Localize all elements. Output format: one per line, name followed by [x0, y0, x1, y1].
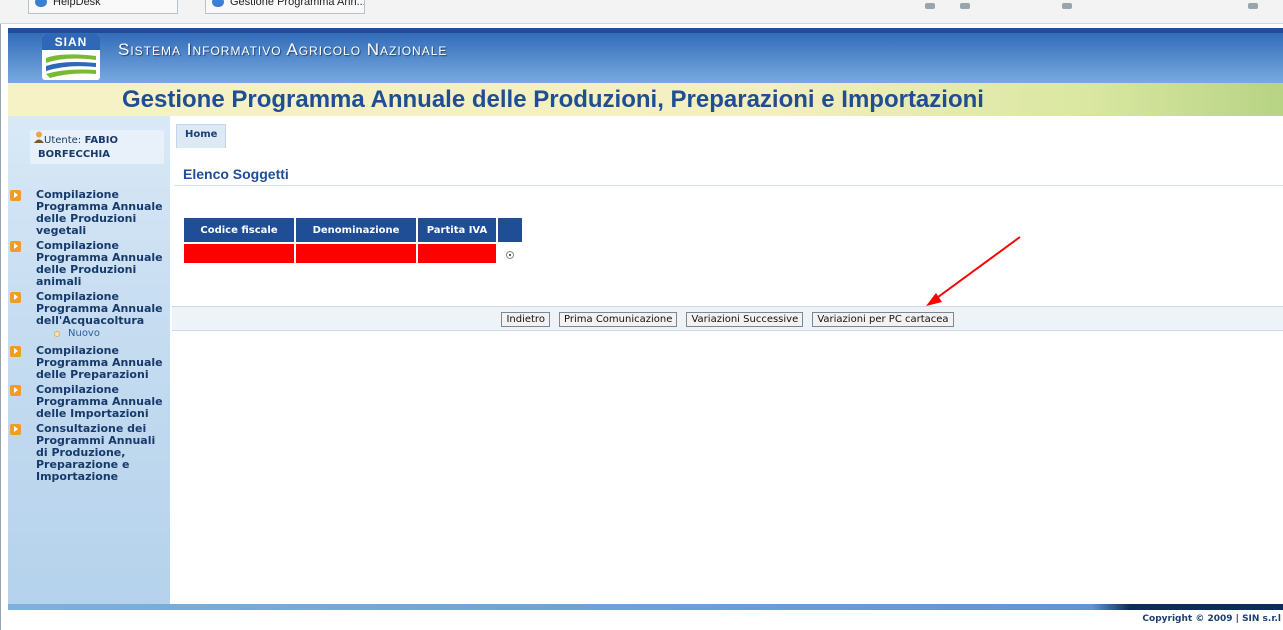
variazioni-pc-cartacea-button[interactable]: Variazioni per PC cartacea: [812, 312, 954, 327]
column-header-partita-iva: Partita IVA: [418, 218, 496, 242]
page-title: Elenco Soggetti: [183, 166, 289, 182]
breadcrumb-home[interactable]: Home: [176, 124, 227, 148]
menu-item-label: Compilazione Programma Annuale dell'Acqu…: [36, 290, 163, 327]
user-label: Utente:: [44, 135, 82, 146]
menu-item-label: Compilazione Programma Annuale delle Pro…: [36, 188, 163, 237]
sian-logo[interactable]: SIAN: [42, 34, 100, 80]
menu-item-consultazione[interactable]: Consultazione dei Programmi Annuali di P…: [8, 423, 170, 483]
menu-item-label: Compilazione Programma Annuale delle Imp…: [36, 383, 163, 420]
bullet-icon: [54, 331, 60, 337]
header-band: [8, 28, 1283, 33]
column-header-select: [498, 218, 522, 242]
menu-item-label: Compilazione Programma Annuale delle Pro…: [36, 239, 163, 288]
arrow-right-icon: [10, 292, 21, 303]
user-info: Utente: FABIO BORFECCHIA: [30, 130, 164, 164]
browser-toolbar-icon[interactable]: [1248, 3, 1258, 9]
prima-comunicazione-button[interactable]: Prima Comunicazione: [559, 312, 678, 327]
logo-text: SIAN: [42, 34, 100, 50]
arrow-right-icon: [10, 385, 21, 396]
cell-codice-fiscale-redacted: [184, 244, 294, 263]
window-edge: [0, 24, 1, 630]
column-header-codice-fiscale: Codice fiscale: [184, 218, 294, 242]
submenu-label: Nuovo: [68, 328, 100, 339]
browser-tab-strip: HelpDesk Gestione Programma Ann...: [0, 0, 1283, 24]
browser-tab-gestione[interactable]: Gestione Programma Ann...: [205, 0, 365, 14]
site-header: SIAN Sistema Informativo Agricolo Nazion…: [8, 28, 1283, 116]
table-header-row: Codice fiscale Denominazione Partita IVA: [184, 218, 522, 242]
main-content: Home Elenco Soggetti Codice fiscale Deno…: [170, 116, 1283, 604]
action-button-bar: Indietro Prima Comunicazione Variazioni …: [172, 306, 1283, 331]
arrow-right-icon: [10, 346, 21, 357]
browser-toolbar-icon[interactable]: [1062, 3, 1072, 9]
menu-item-label: Compilazione Programma Annuale delle Pre…: [36, 344, 163, 381]
arrow-right-icon: [10, 424, 21, 435]
copyright-text: Copyright © 2009 | SIN s.r.l: [1142, 614, 1281, 624]
sidebar-menu: Compilazione Programma Annuale delle Pro…: [8, 189, 170, 486]
variazioni-successive-button[interactable]: Variazioni Successive: [686, 312, 804, 327]
cell-select: [498, 244, 522, 263]
logo-fields-icon: [46, 54, 96, 78]
browser-toolbar-icon[interactable]: [925, 3, 935, 9]
column-header-denominazione: Denominazione: [296, 218, 416, 242]
indietro-button[interactable]: Indietro: [501, 312, 550, 327]
browser-tab-helpdesk[interactable]: HelpDesk: [28, 0, 178, 14]
app-title: Gestione Programma Annuale delle Produzi…: [122, 86, 984, 113]
user-name-last: BORFECCHIA: [38, 149, 110, 160]
browser-tab-label: HelpDesk: [53, 0, 101, 8]
menu-item-produzioni-vegetali[interactable]: Compilazione Programma Annuale delle Pro…: [8, 189, 170, 237]
menu-item-preparazioni[interactable]: Compilazione Programma Annuale delle Pre…: [8, 345, 170, 381]
sidebar: Utente: FABIO BORFECCHIA Compilazione Pr…: [8, 116, 170, 604]
soggetti-table: Codice fiscale Denominazione Partita IVA: [182, 216, 524, 265]
cell-denominazione-redacted: [296, 244, 416, 263]
menu-item-produzioni-animali[interactable]: Compilazione Programma Annuale delle Pro…: [8, 240, 170, 288]
menu-item-label: Consultazione dei Programmi Annuali di P…: [36, 422, 156, 483]
arrow-right-icon: [10, 241, 21, 252]
submenu-item-nuovo[interactable]: Nuovo: [8, 328, 170, 340]
row-select-radio[interactable]: [506, 250, 514, 259]
menu-item-importazioni[interactable]: Compilazione Programma Annuale delle Imp…: [8, 384, 170, 420]
menu-item-acquacoltura[interactable]: Compilazione Programma Annuale dell'Acqu…: [8, 291, 170, 327]
browser-tab-label: Gestione Programma Ann...: [230, 0, 365, 8]
footer-bar: [8, 604, 1283, 610]
user-name-first: FABIO: [84, 135, 118, 146]
site-name: Sistema Informativo Agricolo Nazionale: [118, 40, 448, 59]
browser-toolbar-icon[interactable]: [960, 3, 970, 9]
cell-partita-iva-redacted: [418, 244, 496, 263]
table-row: [184, 244, 522, 263]
arrow-right-icon: [10, 190, 21, 201]
title-divider: [174, 185, 1283, 186]
browser-favicon-icon: [212, 0, 224, 7]
browser-favicon-icon: [35, 0, 47, 7]
